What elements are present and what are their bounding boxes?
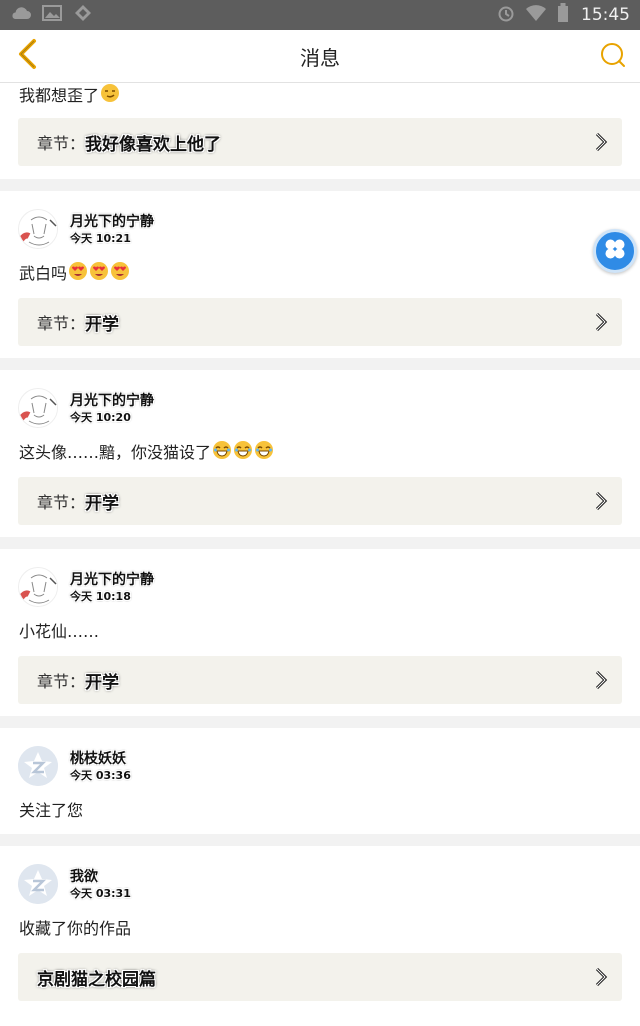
message-text: 这头像……黯，你没猫设了 <box>0 440 640 466</box>
avatar[interactable] <box>18 864 58 904</box>
timestamp: 今天 10:18 <box>70 589 131 603</box>
laugh-emoji-icon <box>212 440 232 466</box>
chapter-label: 章节： <box>37 493 86 512</box>
clock: 15:45 <box>581 5 630 25</box>
divider <box>0 834 640 846</box>
chapter-label: 章节： <box>37 134 86 153</box>
chapter-title: 开学 <box>85 493 120 514</box>
user-row[interactable]: 月光下的宁静 今天 10:21 <box>0 203 640 255</box>
avatar[interactable] <box>18 567 58 607</box>
message-text: 武白吗 <box>0 261 640 287</box>
divider <box>0 358 640 370</box>
message-text: 我都想歪了 <box>0 83 640 109</box>
work-title: 京剧猫之校园篇 <box>37 969 156 990</box>
chapter-title: 开学 <box>85 314 120 335</box>
user-name[interactable]: 月光下的宁静 <box>70 213 154 231</box>
user-row[interactable]: 桃枝妖妖 今天 03:36 <box>0 740 640 792</box>
chevron-right-icon <box>594 967 608 987</box>
chapter-link[interactable]: 章节： 开学 <box>18 298 622 346</box>
laugh-emoji-icon <box>254 440 274 466</box>
timestamp: 今天 10:20 <box>70 410 131 424</box>
chapter-label: 章节： <box>37 672 86 691</box>
divider <box>0 179 640 191</box>
user-row[interactable]: 我欲 今天 03:31 <box>0 858 640 910</box>
timestamp: 今天 10:21 <box>70 231 131 245</box>
search-button[interactable] <box>596 40 630 74</box>
game-icon <box>72 4 94 26</box>
avatar[interactable] <box>18 746 58 786</box>
chapter-link[interactable]: 章节： 开学 <box>18 656 622 704</box>
wifi-icon <box>525 4 547 26</box>
chevron-right-icon <box>594 312 608 332</box>
timestamp: 今天 03:36 <box>70 768 131 782</box>
laugh-emoji-icon <box>233 440 253 466</box>
message-text: 收藏了你的作品 <box>19 919 132 938</box>
chevron-right-icon <box>594 132 608 152</box>
message-list: 我都想歪了 章节： 我好像喜欢上他了 月光下的宁静 今天 10:21 武白吗 章… <box>0 83 640 1026</box>
user-row[interactable]: 月光下的宁静 今天 10:18 <box>0 561 640 613</box>
message-card: 桃枝妖妖 今天 03:36 关注了您 <box>0 728 640 834</box>
smirk-emoji-icon <box>100 83 120 109</box>
divider <box>0 537 640 549</box>
cloud-icon <box>10 5 32 25</box>
timestamp: 今天 03:31 <box>70 886 131 900</box>
message-text: 小花仙…… <box>19 622 100 641</box>
chapter-link[interactable]: 章节： 开学 <box>18 477 622 525</box>
chapter-title: 我好像喜欢上他了 <box>85 134 222 155</box>
chapter-title: 开学 <box>85 672 120 693</box>
user-name[interactable]: 我欲 <box>70 868 131 886</box>
work-link[interactable]: 京剧猫之校园篇 <box>18 953 622 1001</box>
message-card: 月光下的宁静 今天 10:21 武白吗 章节： 开学 <box>0 191 640 358</box>
page-title: 消息 <box>300 45 340 70</box>
avatar[interactable] <box>18 388 58 428</box>
chevron-right-icon <box>594 491 608 511</box>
chevron-right-icon <box>594 670 608 690</box>
floating-assistant-button[interactable] <box>593 229 637 273</box>
four-petal-icon <box>603 237 627 265</box>
battery-icon <box>557 3 569 27</box>
search-icon <box>599 41 627 73</box>
chapter-label: 章节： <box>37 314 86 333</box>
user-name[interactable]: 桃枝妖妖 <box>70 750 131 768</box>
user-name[interactable]: 月光下的宁静 <box>70 392 154 410</box>
chevron-left-icon <box>16 38 40 74</box>
divider <box>0 716 640 728</box>
alarm-icon <box>497 4 515 26</box>
message-text: 关注了您 <box>19 801 84 820</box>
heart-eyes-emoji-icon <box>68 261 88 287</box>
message-card: 月光下的宁静 今天 10:20 这头像……黯，你没猫设了 章节： 开学 <box>0 370 640 537</box>
message-card: 月光下的宁静 今天 10:18 小花仙…… 章节： 开学 <box>0 549 640 716</box>
status-bar: 15:45 <box>0 0 640 30</box>
image-icon <box>42 5 62 25</box>
back-button[interactable] <box>10 38 46 74</box>
title-bar: 消息 <box>0 30 640 83</box>
user-name[interactable]: 月光下的宁静 <box>70 571 154 589</box>
avatar[interactable] <box>18 209 58 249</box>
message-card: 我欲 今天 03:31 收藏了你的作品 京剧猫之校园篇 <box>0 846 640 1026</box>
heart-eyes-emoji-icon <box>89 261 109 287</box>
message-card: 我都想歪了 章节： 我好像喜欢上他了 <box>0 83 640 179</box>
heart-eyes-emoji-icon <box>110 261 130 287</box>
chapter-link[interactable]: 章节： 我好像喜欢上他了 <box>18 118 622 166</box>
user-row[interactable]: 月光下的宁静 今天 10:20 <box>0 382 640 434</box>
